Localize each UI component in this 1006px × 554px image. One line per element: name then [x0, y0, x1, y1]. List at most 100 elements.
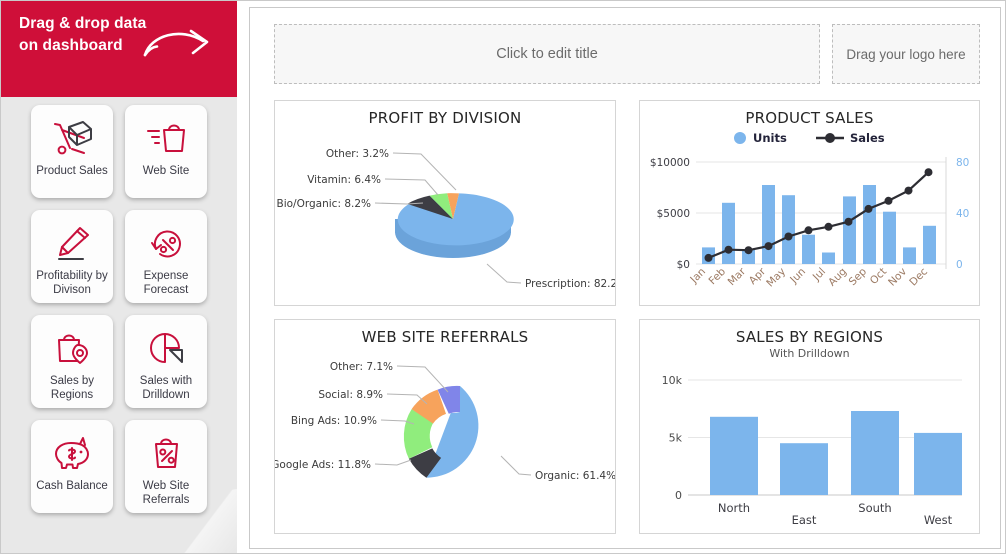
shopping-bag-speed-icon — [147, 124, 185, 152]
legend-marker-units — [734, 132, 746, 144]
x-axis-tick-labels: Jan Feb Mar Apr May Jun Jul Aug Sep Oct … — [687, 265, 930, 289]
chart-panel-web-site-referrals[interactable]: WEB SITE REFERRALS Other: 7.1% Social: 8… — [274, 319, 616, 534]
right-axis-tick-40: 40 — [956, 208, 969, 220]
widget-tile-grid: Product Sales Web Site Profitability by … — [1, 105, 237, 525]
chart-title: PRODUCT SALES — [745, 109, 874, 127]
tile-label: Web Site Referrals — [142, 480, 190, 506]
curved-arrow-icon — [143, 29, 209, 57]
svg-text:Jan: Jan — [687, 266, 708, 287]
x-axis-label-south: South — [858, 501, 891, 515]
donut-label-social: Social: 8.9% — [318, 389, 383, 401]
profit-by-division-pie: Other: 3.2% Vitamin: 6.4% Bio/Organic: 8… — [277, 148, 615, 290]
chart-panels: PROFIT BY DIVISION Other: 3.2% Vitamin: … — [274, 100, 980, 534]
sidebar-tile-web-site[interactable]: Web Site — [125, 105, 207, 198]
x-axis-label-east: East — [792, 513, 817, 526]
left-axis-tick-5000: $5000 — [657, 208, 690, 220]
banner-text: Drag & drop data on dashboard — [19, 15, 147, 54]
left-axis-tick-10000: $10000 — [650, 157, 690, 169]
sidebar-tile-cash-balance[interactable]: Cash Balance — [31, 420, 113, 513]
sales-line-markers — [704, 168, 933, 262]
left-axis-tick-0: $0 — [677, 259, 690, 271]
bar-south — [851, 411, 899, 495]
chart-panel-product-sales[interactable]: PRODUCT SALES Units Sales $10000 $5000 $… — [639, 100, 980, 306]
pie-slice-icon — [150, 333, 183, 363]
donut-label-other: Other: 7.1% — [330, 361, 393, 373]
y-axis-tick-0: 0 — [675, 489, 682, 502]
percent-circular-arrow-icon — [151, 230, 181, 258]
pen-underline-icon — [58, 227, 89, 260]
units-bar-series — [702, 185, 936, 264]
tile-row: Cash Balance Web Site Referrals — [1, 420, 237, 513]
web-site-referrals-donut: Other: 7.1% Social: 8.9% Bing Ads: 10.9%… — [275, 361, 615, 482]
legend-label-sales: Sales — [850, 131, 885, 145]
tile-row: Profitability by Divison Expense Forecas… — [1, 210, 237, 303]
chart-panel-sales-by-regions[interactable]: SALES BY REGIONS With Drilldown 10k 5k 0 — [639, 319, 980, 534]
tile-label: Expense Forecast — [143, 270, 189, 296]
sidebar: Drag & drop data on dashboard Product Sa… — [1, 1, 237, 553]
chart-subtitle: With Drilldown — [769, 347, 850, 360]
sidebar-tile-sales-by-regions[interactable]: Sales by Regions — [31, 315, 113, 408]
sales-by-regions-bar-chart: 10k 5k 0 North East South West — [662, 374, 962, 526]
hand-truck-box-icon — [54, 121, 92, 155]
tile-label: Cash Balance — [36, 480, 108, 492]
svg-text:Jul: Jul — [810, 266, 828, 284]
x-axis-label-north: North — [718, 501, 750, 515]
svg-text:May: May — [764, 266, 788, 290]
svg-text:Sep: Sep — [847, 265, 870, 288]
svg-text:Oct: Oct — [868, 266, 889, 287]
chart-title: PROFIT BY DIVISION — [368, 109, 522, 127]
donut-label-bing-ads: Bing Ads: 10.9% — [291, 415, 377, 427]
piggy-bank-dollar-icon — [55, 437, 89, 469]
pie-label-prescription: Prescription: 82.2% — [525, 278, 615, 290]
chart-legend: Units Sales — [734, 131, 885, 145]
svg-text:Nov: Nov — [886, 266, 909, 289]
tile-row: Sales by Regions Sales with Drilldown — [1, 315, 237, 408]
donut-label-organic: Organic: 61.4% — [535, 470, 615, 482]
legend-marker-sales — [825, 133, 835, 143]
y-axis-tick-10k: 10k — [662, 374, 683, 387]
pie-label-other: Other: 3.2% — [326, 148, 389, 160]
pie-label-vitamin: Vitamin: 6.4% — [307, 174, 381, 186]
bar-north — [710, 416, 758, 495]
sidebar-tile-web-site-referrals[interactable]: Web Site Referrals — [125, 420, 207, 513]
donut-slices — [403, 385, 479, 478]
right-axis-tick-0: 0 — [956, 259, 963, 271]
dashboard-canvas: Click to edit title Drag your logo here … — [249, 7, 1001, 549]
tile-label: Sales by Regions — [49, 375, 95, 401]
sidebar-tile-expense-forecast[interactable]: Expense Forecast — [125, 210, 207, 303]
svg-text:Dec: Dec — [907, 265, 930, 288]
svg-text:Feb: Feb — [706, 265, 728, 287]
sidebar-tile-sales-with-drilldown[interactable]: Sales with Drilldown — [125, 315, 207, 408]
sidebar-tile-profitability-by-divison[interactable]: Profitability by Divison — [31, 210, 113, 303]
shopping-bag-percent-icon — [155, 438, 178, 468]
chart-title: WEB SITE REFERRALS — [361, 328, 529, 346]
bar-west — [914, 432, 962, 495]
shopping-bag-pin-icon — [58, 334, 88, 364]
tile-label: Product Sales — [36, 165, 108, 177]
logo-dropzone[interactable]: Drag your logo here — [832, 24, 980, 84]
product-sales-combo-chart: Units Sales $10000 $5000 $0 80 40 0 Jan … — [650, 131, 969, 289]
sidebar-tile-product-sales[interactable]: Product Sales — [31, 105, 113, 198]
drag-drop-banner: Drag & drop data on dashboard — [1, 1, 237, 97]
tile-label: Profitability by Divison — [36, 270, 108, 296]
svg-text:Mar: Mar — [726, 265, 749, 288]
region-bar-series — [710, 411, 962, 495]
chart-title: SALES BY REGIONS — [735, 328, 884, 346]
right-axis-tick-80: 80 — [956, 157, 969, 169]
legend-label-units: Units — [753, 131, 787, 145]
svg-text:Apr: Apr — [747, 265, 769, 287]
donut-label-google-ads: Google Ads: 11.8% — [275, 459, 371, 471]
dashboard-designer-window: Drag & drop data on dashboard Product Sa… — [0, 0, 1006, 554]
y-axis-tick-5k: 5k — [669, 432, 683, 445]
title-dropzone[interactable]: Click to edit title — [274, 24, 820, 84]
chart-panel-profit-by-division[interactable]: PROFIT BY DIVISION Other: 3.2% Vitamin: … — [274, 100, 616, 306]
dropzone-row: Click to edit title Drag your logo here — [274, 24, 980, 84]
bar-east — [780, 443, 828, 495]
pie-label-bio-organic: Bio/Organic: 8.2% — [277, 198, 371, 210]
tile-label: Web Site — [142, 165, 190, 177]
tile-row: Product Sales Web Site — [1, 105, 237, 198]
x-axis-label-west: West — [924, 513, 953, 526]
svg-text:Aug: Aug — [826, 266, 849, 289]
svg-text:Jun: Jun — [787, 266, 808, 287]
tile-label: Sales with Drilldown — [139, 375, 193, 401]
